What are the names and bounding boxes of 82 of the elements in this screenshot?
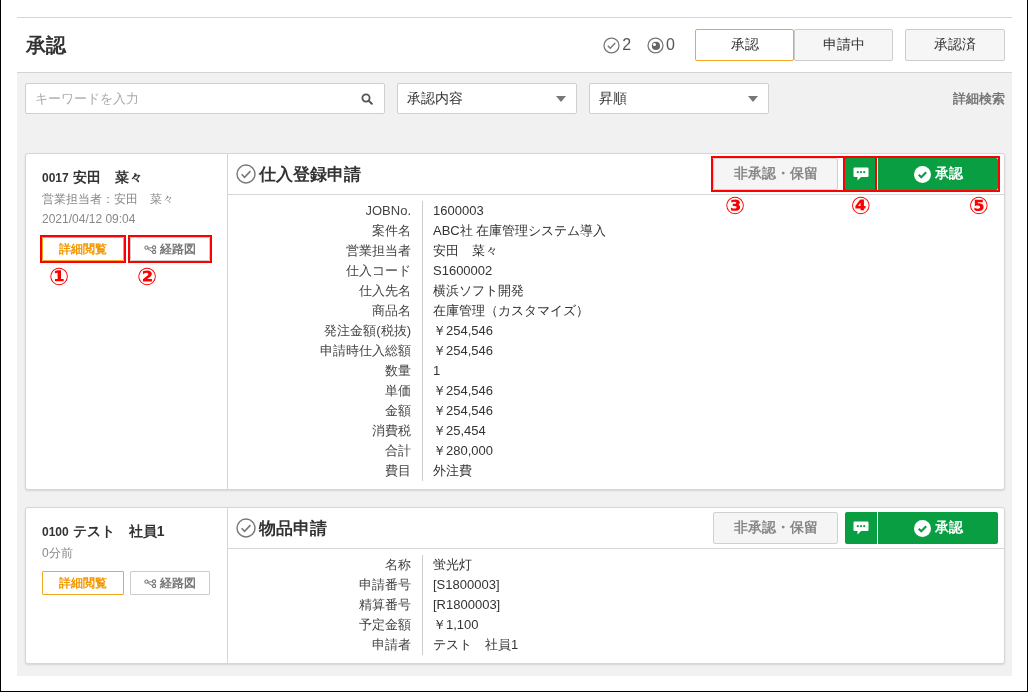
search-field[interactable]: キーワードを入力: [25, 83, 385, 114]
field-value: 1600003: [422, 201, 607, 221]
field-label: 合計: [384, 442, 412, 460]
dropdown[interactable]: 承認内容: [397, 83, 577, 114]
count-text: 2: [622, 36, 632, 54]
field-label: 数量: [384, 362, 412, 380]
request-title: 物品申請: [259, 517, 328, 540]
applicant-name: 安田 菜々: [72, 168, 143, 186]
check-circle-icon: [236, 164, 256, 184]
applicant-name: テスト 社員1: [72, 522, 165, 540]
field-value: S1600002: [422, 261, 607, 281]
field-label: 予定金額: [358, 616, 412, 634]
tab[interactable]: 申請中: [794, 29, 893, 61]
field-value: [S1800003]: [422, 575, 519, 595]
dropdown[interactable]: 昇順: [589, 83, 769, 114]
field-label: 名称: [384, 556, 412, 574]
completed-button[interactable]: 承認済: [905, 29, 1005, 61]
field-label: 消費税: [371, 422, 412, 440]
annotation-number: ②: [137, 265, 158, 289]
meta-text: 0分前: [42, 545, 74, 562]
search-icon: [361, 93, 373, 105]
field-label: 精算番号: [358, 596, 412, 614]
check-circle-icon: [236, 518, 256, 538]
field-label: 申請番号: [358, 576, 412, 594]
comment-icon: [853, 167, 869, 181]
route-button[interactable]: 経路図: [130, 237, 210, 261]
annotation-number: ③: [725, 194, 746, 218]
request-title: 仕入登録申請: [259, 163, 362, 186]
nodes-icon: [144, 578, 157, 588]
field-value: 横浜ソフト開発: [422, 281, 607, 301]
count-text: 0: [666, 36, 675, 54]
annotation-number: ⑤: [968, 194, 989, 218]
field-label: 商品名: [371, 302, 412, 320]
field-value: ￥254,546: [422, 321, 607, 341]
request-number: 0100: [42, 524, 69, 541]
field-label: 申請者: [371, 636, 412, 654]
field-label: 申請時仕入総額: [319, 342, 412, 360]
advanced-search-link[interactable]: 詳細検索: [953, 89, 1005, 108]
approve-button[interactable]: 承認: [877, 158, 998, 190]
approve-button[interactable]: 承認: [877, 512, 998, 544]
field-value: ￥254,546: [422, 401, 607, 421]
field-value: ￥254,546: [422, 341, 607, 361]
field-label: 金額: [384, 402, 412, 420]
caret-icon: [556, 95, 566, 102]
circle-dot-icon: [647, 36, 665, 54]
comment-button[interactable]: [845, 512, 877, 544]
field-label: 単価: [384, 382, 412, 400]
field-label: 発注金額(税抜): [323, 322, 412, 340]
field-label: 費目: [384, 462, 412, 480]
nodes-icon: [144, 244, 157, 254]
annotation-number: ①: [49, 265, 70, 289]
field-value: [R1800003]: [422, 595, 519, 615]
check-circle-icon: [913, 165, 931, 183]
field-label: 仕入先名: [358, 282, 412, 300]
check-circle-icon: [603, 36, 621, 54]
field-value: 在庫管理（カスタマイズ）: [422, 301, 607, 321]
tab[interactable]: 承認: [695, 29, 794, 61]
field-label: JOBNo.: [364, 202, 412, 220]
reject-button[interactable]: 非承認・保留: [713, 158, 838, 190]
field-label: 営業担当者: [345, 242, 412, 260]
field-value: 蛍光灯: [422, 555, 519, 575]
meta-text: 2021/04/12 09:04: [42, 211, 137, 228]
field-value: 外注費: [422, 461, 607, 481]
request-number: 0017: [42, 170, 69, 187]
field-value: 安田 菜々: [422, 241, 607, 261]
page-title: 承認: [26, 32, 68, 58]
annotation-number: ④: [850, 194, 872, 218]
field-value: ￥1,100: [422, 615, 519, 635]
field-value: ABC社 在庫管理システム導入: [422, 221, 607, 241]
field-label: 案件名: [371, 222, 412, 240]
check-circle-icon: [913, 519, 931, 537]
field-value: テスト 社員1: [422, 635, 519, 655]
reject-button[interactable]: 非承認・保留: [713, 512, 838, 544]
field-value: ￥25,454: [422, 421, 607, 441]
field-value: 1: [422, 361, 607, 381]
caret-icon: [748, 95, 758, 102]
route-button[interactable]: 経路図: [130, 571, 210, 595]
field-value: ￥280,000: [422, 441, 607, 461]
meta-text: 営業担当者：安田 菜々: [42, 191, 175, 208]
comment-icon: [853, 521, 869, 535]
field-value: ￥254,546: [422, 381, 607, 401]
field-label: 仕入コード: [345, 262, 412, 280]
